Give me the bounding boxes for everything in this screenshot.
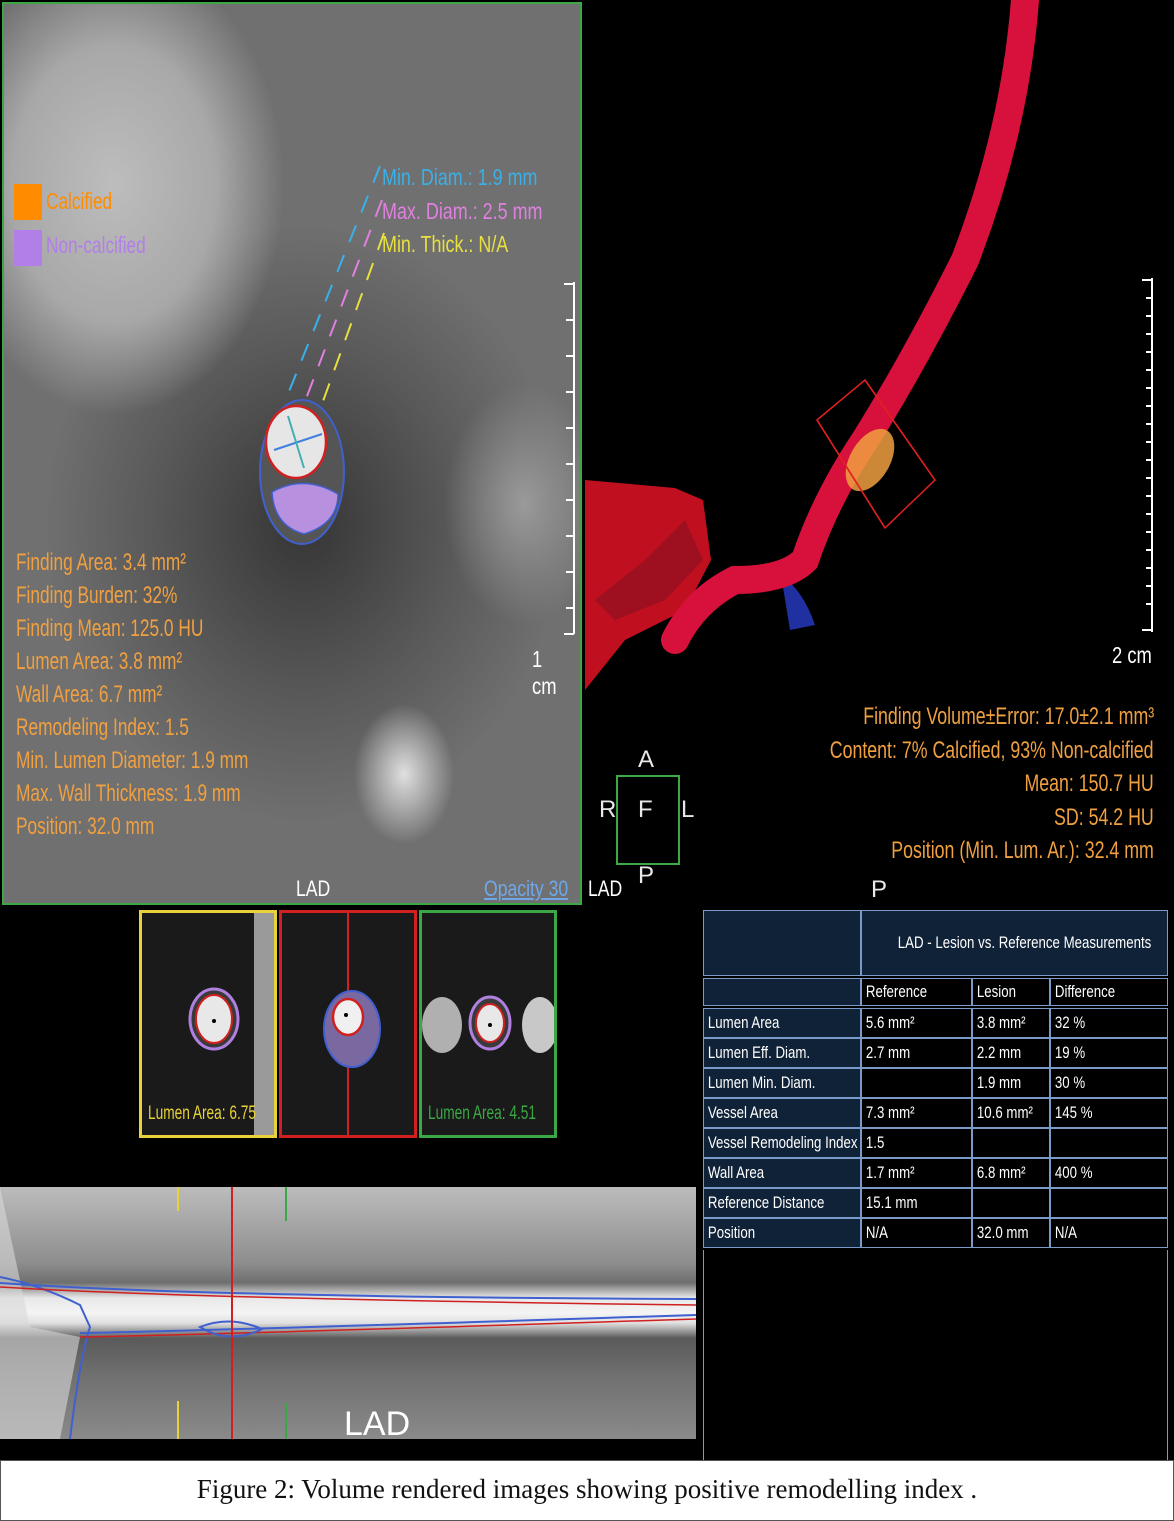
table-row-difference-value: 32 % <box>1050 1008 1168 1038</box>
table-row-difference-value <box>1050 1188 1168 1218</box>
proximal-lumen-contour <box>188 913 274 1135</box>
table-row-lesion-value <box>972 1188 1050 1218</box>
opacity-control[interactable]: Opacity 30 <box>484 876 568 902</box>
vr-info-line: SD: 54.2 HU <box>1054 803 1154 831</box>
lesion-thumbnail[interactable] <box>279 910 417 1138</box>
curved-mpr-view[interactable]: LAD <box>0 1187 696 1439</box>
orientation-right: R <box>599 796 617 823</box>
lesion-lumen-contour <box>323 913 381 1135</box>
orientation-posterior: P <box>638 862 655 889</box>
table-row-row-label: Position <box>703 1218 861 1248</box>
orientation-front: F <box>638 796 653 823</box>
table-row-difference-value <box>1050 1128 1168 1158</box>
orientation-left: L <box>681 796 695 823</box>
table-row-reference-value <box>861 1068 972 1098</box>
table-right-border <box>1167 1250 1168 1460</box>
column-header-difference: Difference <box>1050 978 1168 1006</box>
table-row-lesion-value: 3.8 mm² <box>972 1008 1050 1038</box>
vr-info-line: Position (Min. Lum. Ar.): 32.4 mm <box>891 837 1154 864</box>
table-row-reference-value: 7.3 mm² <box>861 1098 972 1128</box>
table-row-reference-value: 1.7 mm² <box>861 1158 972 1188</box>
table-row-reference-value: 5.6 mm² <box>861 1008 972 1038</box>
table-row-difference-value: 145 % <box>1050 1098 1168 1128</box>
table-corner-cell <box>703 910 861 976</box>
table-row-row-label: Reference Distance <box>703 1188 861 1218</box>
table-title: LAD - Lesion vs. Reference Measurements <box>897 933 1152 952</box>
finding-line: Remodeling Index: 1.5 <box>16 714 189 741</box>
table-title-cell: LAD - Lesion vs. Reference Measurements <box>861 910 1168 976</box>
finding-line: Finding Burden: 32% <box>16 582 178 609</box>
figure-caption: Figure 2: Volume rendered images showing… <box>0 1460 1174 1521</box>
mpr-overlay <box>0 1187 696 1439</box>
finding-line: Wall Area: 6.7 mm² <box>16 681 163 708</box>
table-row-difference-value: N/A <box>1050 1218 1168 1248</box>
distal-lumen-area: Lumen Area: 4.51 <box>428 1103 536 1124</box>
volume-render-view[interactable]: 2 cm Finding Volume±Error: 17.0±2.1 mm³ C… <box>585 0 1174 905</box>
vr-info-line: Mean: 150.7 HU <box>1024 770 1154 797</box>
table-header-blank <box>703 978 861 1006</box>
distal-lumen-contour <box>422 995 554 1053</box>
table-row-lesion-value: 1.9 mm <box>972 1068 1050 1098</box>
finding-line: Finding Mean: 125.0 HU <box>16 615 204 642</box>
table-row-lesion-value: 2.2 mm <box>972 1038 1050 1068</box>
table-row-difference-value: 19 % <box>1050 1038 1168 1068</box>
opacity-value: 30 <box>548 876 569 901</box>
ct-vessel-label: LAD <box>296 876 331 901</box>
vr-bottom-label: P <box>871 876 888 903</box>
table-row-row-label: Lumen Min. Diam. <box>703 1068 861 1098</box>
orientation-anterior: A <box>638 746 655 773</box>
table-row-row-label: Lumen Eff. Diam. <box>703 1038 861 1068</box>
reference-distal-thumbnail[interactable]: Lumen Area: 4.51 <box>419 910 557 1138</box>
finding-line: Position: 32.0 mm <box>16 813 155 840</box>
column-header-reference: Reference <box>861 978 972 1006</box>
vr-vessel-label: LAD <box>588 876 623 901</box>
proximal-lumen-area: Lumen Area: 6.75 <box>148 1103 256 1124</box>
ct-scale-label: 1 cm <box>532 646 557 699</box>
table-row-row-label: Wall Area <box>703 1158 861 1188</box>
finding-line: Min. Lumen Diameter: 1.9 mm <box>16 747 249 774</box>
table-row-lesion-value <box>972 1128 1050 1158</box>
vr-info-line: Content: 7% Calcified, 93% Non-calcified <box>830 736 1154 764</box>
reference-proximal-thumbnail[interactable]: Lumen Area: 6.75 <box>139 910 277 1138</box>
table-row-reference-value: 15.1 mm <box>861 1188 972 1218</box>
table-row-reference-value: 1.5 <box>861 1128 972 1158</box>
table-row-row-label: Lumen Area <box>703 1008 861 1038</box>
table-row-difference-value: 400 % <box>1050 1158 1168 1188</box>
finding-line: Lumen Area: 3.8 mm² <box>16 648 183 675</box>
opacity-label: Opacity <box>484 876 544 901</box>
table-row-row-label: Vessel Remodeling Index <box>703 1128 861 1158</box>
vr-info-line: Finding Volume±Error: 17.0±2.1 mm³ <box>863 703 1154 730</box>
finding-line: Finding Area: 3.4 mm² <box>16 549 186 576</box>
table-row-reference-value: 2.7 mm <box>861 1038 972 1068</box>
table-row-lesion-value: 32.0 mm <box>972 1218 1050 1248</box>
table-row-lesion-value: 6.8 mm² <box>972 1158 1050 1188</box>
ct-cross-section-view[interactable]: Calcified Non-calcified Min. Diam.: 1.9 … <box>2 2 582 905</box>
vr-scale-label: 2 cm <box>1112 642 1152 668</box>
table-row-lesion-value: 10.6 mm² <box>972 1098 1050 1128</box>
finding-line: Max. Wall Thickness: 1.9 mm <box>16 780 241 807</box>
table-row-row-label: Vessel Area <box>703 1098 861 1128</box>
findings-list: Finding Area: 3.4 mm² Finding Burden: 32%… <box>16 546 339 843</box>
table-row-difference-value: 30 % <box>1050 1068 1168 1098</box>
mpr-vessel-label: LAD <box>344 1405 411 1439</box>
table-row-reference-value: N/A <box>861 1218 972 1248</box>
column-header-lesion: Lesion <box>972 978 1050 1006</box>
table-left-border <box>703 1250 704 1460</box>
